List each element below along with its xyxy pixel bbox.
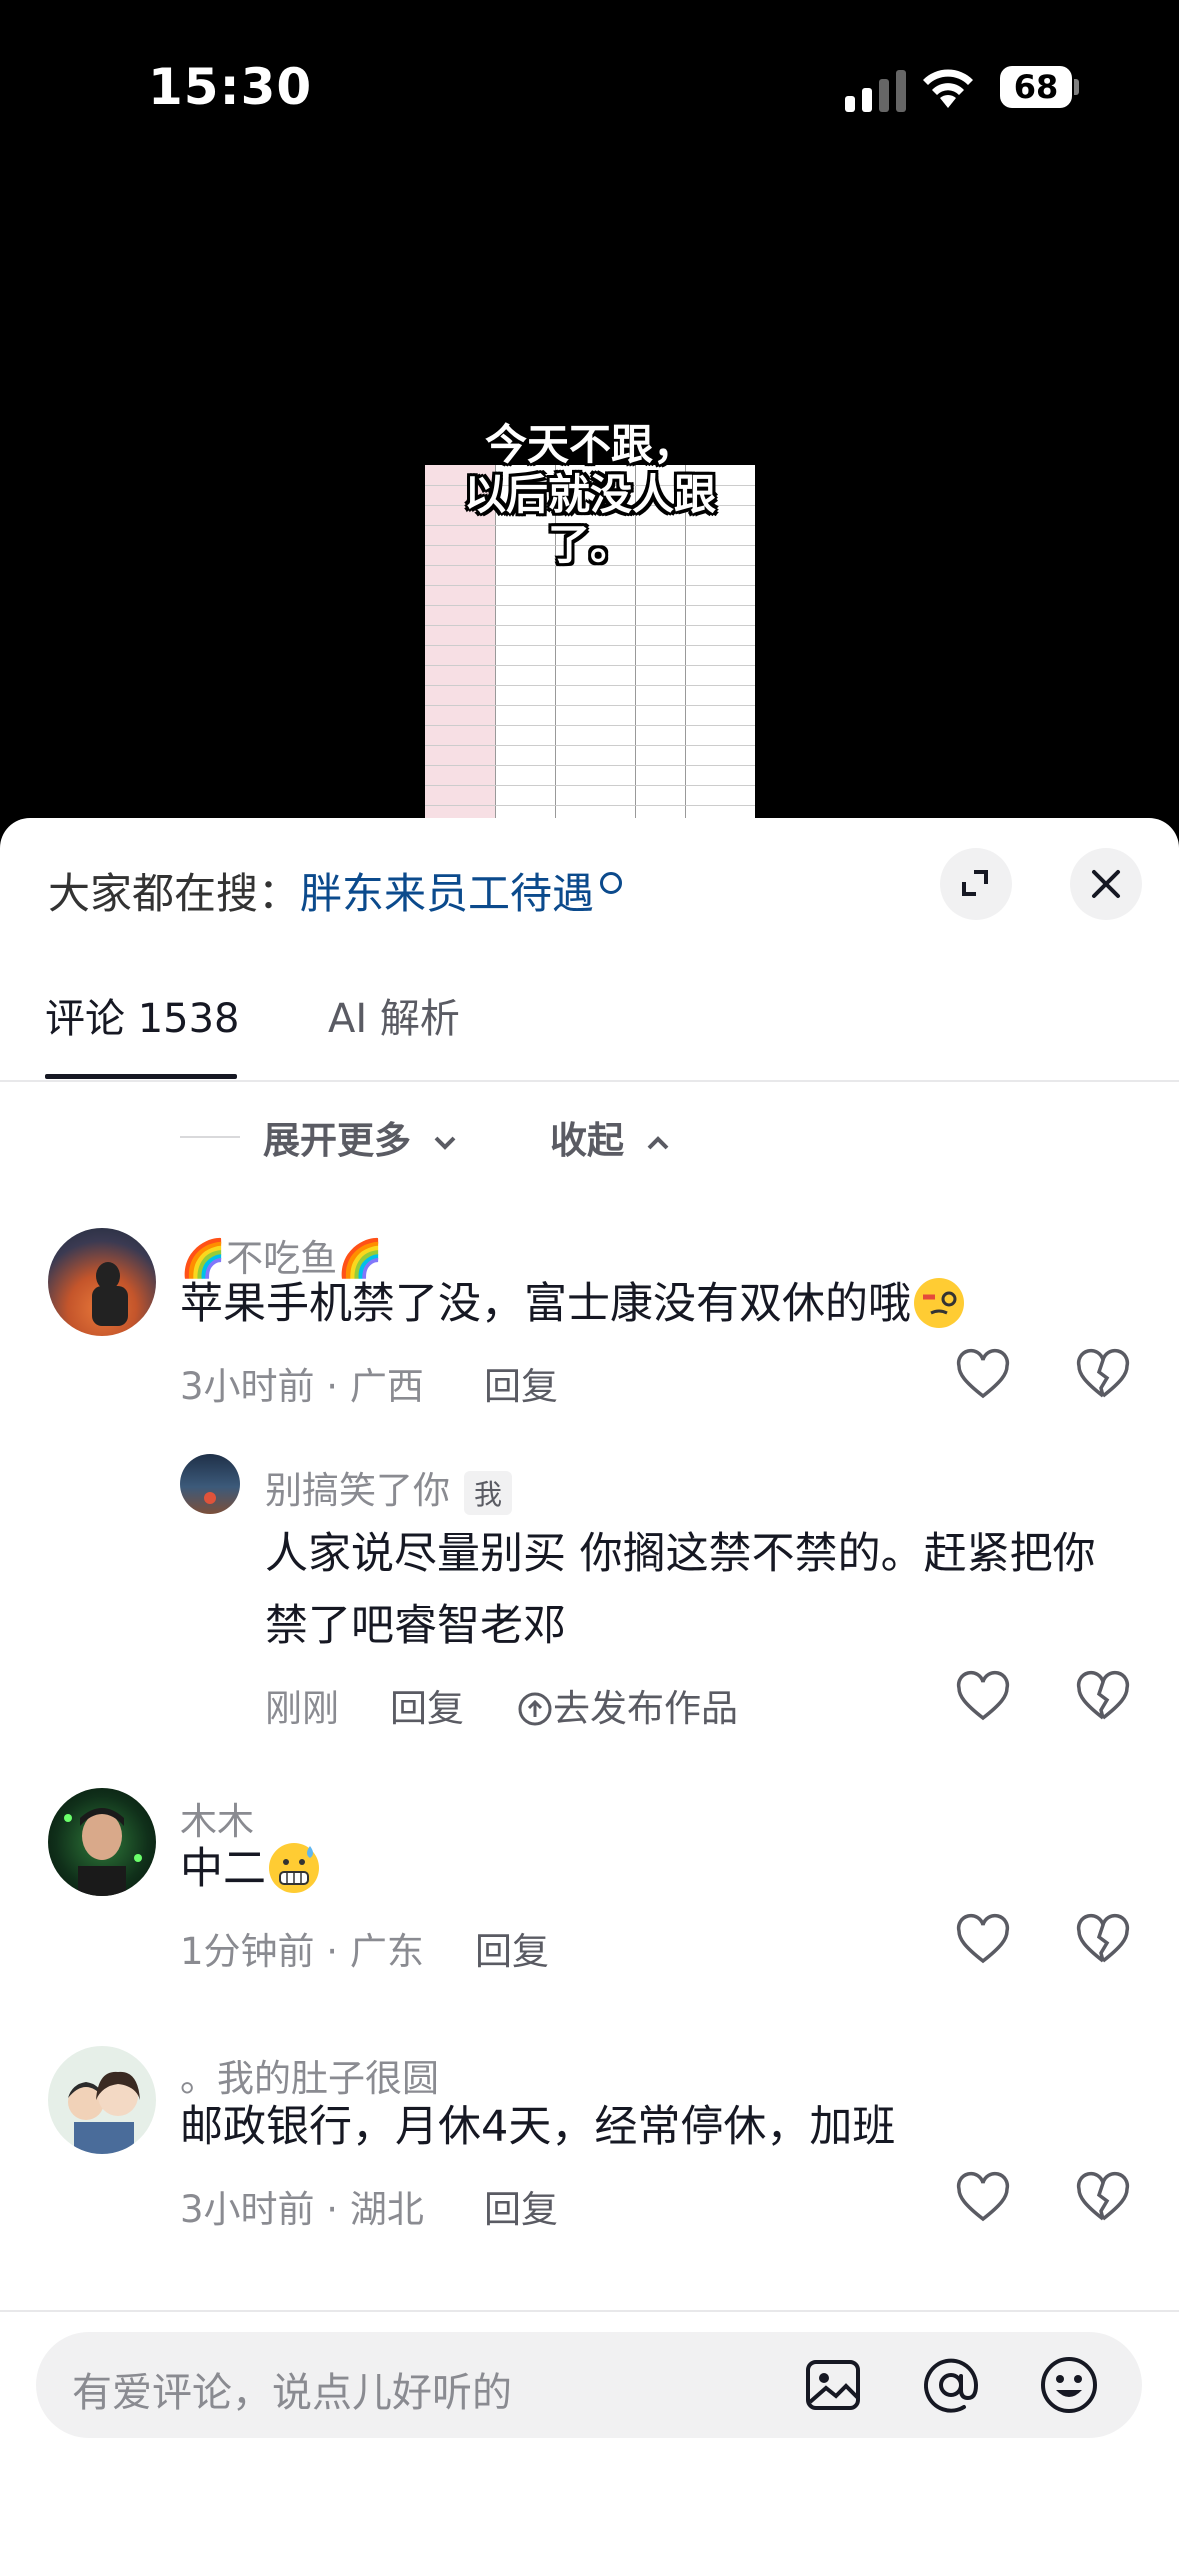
expand-more-button[interactable]: 展开更多 [263,1110,460,1164]
broken-heart-icon[interactable] [1075,1348,1131,1404]
comment-input[interactable]: 有爱评论，说点儿好听的 [36,2332,1142,2438]
avatar[interactable] [48,2046,156,2154]
dizzy-face-emoji-icon [914,1277,964,1328]
comment-text-body: 苹果手机禁了没，富士康没有双休的哦 [180,1279,911,1329]
reply-text-line-1: 人家说尽量别买 你搁这禁不禁的。赶紧把你 [265,1529,1096,1579]
heart-icon[interactable] [955,2171,1011,2227]
reply-button[interactable]: 回复 [390,1678,464,1732]
comment-text: 邮政银行，月休4天，经常停休，加班 [180,2102,896,2152]
caption-line-1: 今天不跟， [484,420,695,469]
active-tab-indicator [45,1074,237,1079]
broken-heart-icon[interactable] [1075,2171,1131,2227]
collapse-label: 收起 [550,1119,624,1162]
status-time: 15:30 [148,58,313,116]
comment-meta: 3小时前 · 湖北 [180,2188,424,2231]
reply-username-text[interactable]: 别搞笑了你 [265,1469,450,1512]
video-player[interactable]: 今天不跟， 以后就没人跟了。 [0,170,1179,870]
search-suggestion[interactable]: 大家都在搜：胖东来员工待遇 [48,860,623,921]
comment-text: 苹果手机禁了没，富士康没有双休的哦 [180,1268,967,1340]
comment-sheet: 大家都在搜：胖东来员工待遇 评论 1538 AI 解析 展开更多 收起 🌈不吃鱼 [0,818,1179,2556]
cellular-signal-icon [845,70,906,112]
at-icon[interactable] [920,2354,982,2416]
collapse-button[interactable]: 收起 [550,1110,673,1164]
image-icon[interactable] [802,2354,864,2416]
comment-meta: 1分钟前 · 广东 [180,1930,424,1973]
publish-work-button[interactable]: 去发布作品 [517,1678,738,1732]
reply-username: 别搞笑了你我 [265,1460,513,1515]
search-suggestion-prefix: 大家都在搜： [48,869,301,918]
comment-meta: 3小时前 · 广西 [180,1365,424,1408]
broken-heart-icon[interactable] [1075,1670,1131,1726]
caption-line-2: 以后就没人跟了。 [463,470,716,569]
status-bar: 15:30 68 [0,0,1179,170]
publish-work-label: 去发布作品 [553,1687,738,1730]
expand-icon [962,870,988,896]
comment-input-placeholder: 有爱评论，说点儿好听的 [72,2370,512,2416]
broken-heart-icon[interactable] [1075,1913,1131,1969]
tab-bar: 评论 1538 AI 解析 [0,966,1179,1082]
battery-icon: 68 [1000,66,1080,108]
emoji-icon[interactable] [1038,2354,1100,2416]
search-suggestion-keyword[interactable]: 胖东来员工待遇 [300,869,594,918]
tab-comments[interactable]: 评论 1538 [45,986,240,1044]
expand-button[interactable] [940,848,1012,920]
comment-text: 中二 [180,1833,322,1905]
reply-time: 刚刚 [265,1687,339,1730]
thread-controls: 展开更多 收起 [0,1100,1179,1170]
mini-search-icon [600,872,623,894]
comment-text-body: 中二 [180,1844,266,1894]
comment-input-bar: 有爱评论，说点儿好听的 [0,2310,1179,2556]
heart-icon[interactable] [955,1670,1011,1726]
heart-icon[interactable] [955,1913,1011,1969]
chevron-down-icon [434,1136,456,1150]
reply-button[interactable]: 回复 [475,1921,549,1975]
avatar[interactable] [48,1788,156,1896]
wifi-icon [923,69,973,108]
grimacing-sweat-emoji-icon [269,1842,319,1893]
battery-level: 68 [1000,66,1072,108]
reply-avatar[interactable] [180,1454,240,1514]
reply-text-line-2: 禁了吧睿智老邓 [265,1601,566,1651]
close-icon [1092,870,1120,898]
heart-icon[interactable] [955,1348,1011,1404]
reply-button[interactable]: 回复 [484,1356,558,1410]
divider [180,1136,240,1138]
upload-icon [518,1692,552,1726]
video-caption: 今天不跟， 以后就没人跟了。 [425,420,755,570]
expand-more-label: 展开更多 [263,1119,411,1162]
close-button[interactable] [1070,848,1142,920]
reply-button[interactable]: 回复 [484,2179,558,2233]
me-badge: 我 [464,1470,513,1515]
tab-ai-analysis[interactable]: AI 解析 [328,986,460,1044]
chevron-up-icon [647,1135,669,1149]
avatar[interactable] [48,1228,156,1336]
